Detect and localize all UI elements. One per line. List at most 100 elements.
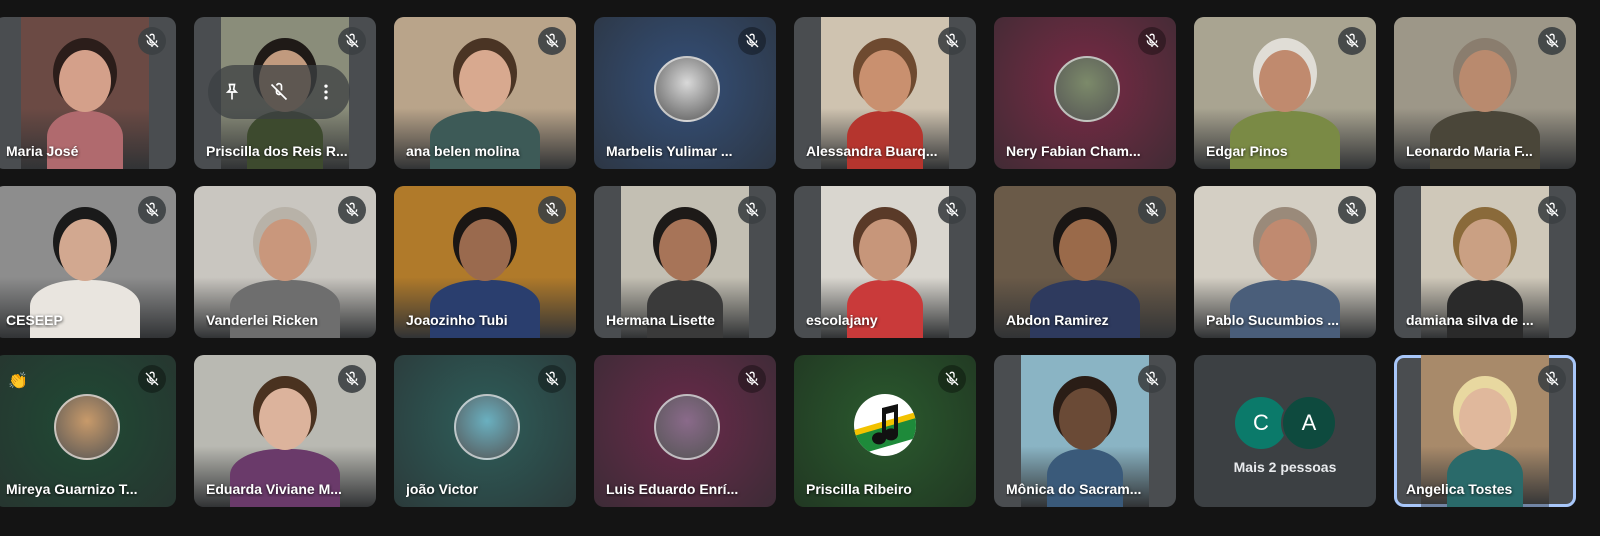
- more-avatars: CA: [1194, 395, 1376, 451]
- participant-grid: Maria José Priscilla dos Reis R... ana bel…: [0, 17, 1576, 507]
- participant-name: joão Victor: [406, 481, 479, 497]
- participant-tile[interactable]: Leonardo Maria F...: [1394, 17, 1576, 169]
- person-face: [1059, 219, 1111, 282]
- person-silhouette: [230, 449, 340, 507]
- avatar: [1054, 55, 1120, 122]
- person-silhouette: [646, 280, 724, 338]
- person-face: [1459, 219, 1511, 282]
- initial-avatar: A: [1281, 395, 1337, 451]
- participant-name: Eduarda Viviane M...: [206, 481, 342, 497]
- person-silhouette: [430, 111, 540, 169]
- person-silhouette: [846, 111, 924, 169]
- participant-name: Maria José: [6, 143, 79, 159]
- person-face: [859, 50, 911, 113]
- person-silhouette: [46, 111, 124, 169]
- mic-off-icon: [338, 365, 366, 393]
- participant-tile[interactable]: Priscilla Ribeiro: [794, 355, 976, 507]
- mic-off-icon: [738, 27, 766, 55]
- avatar: [654, 55, 720, 122]
- person-silhouette: [846, 280, 924, 338]
- participant-tile[interactable]: Edgar Pinos: [1194, 17, 1376, 169]
- person-silhouette: [430, 280, 540, 338]
- participant-tile[interactable]: Maria José: [0, 17, 176, 169]
- person-silhouette: [1430, 111, 1540, 169]
- participant-tile[interactable]: ana belen molina: [394, 17, 576, 169]
- person-face: [1459, 388, 1511, 451]
- person-silhouette: [1446, 449, 1524, 507]
- person-face: [259, 219, 311, 282]
- participant-name: Mônica do Sacram...: [1006, 481, 1142, 497]
- participant-name: Nery Fabian Cham...: [1006, 143, 1141, 159]
- mic-off-icon: [338, 27, 366, 55]
- tile-hover-controls: [208, 65, 350, 119]
- participant-tile[interactable]: Luis Eduardo Enrí...: [594, 355, 776, 507]
- mic-off-icon: [938, 27, 966, 55]
- person-silhouette: [246, 111, 324, 169]
- participant-tile[interactable]: Marbelis Yulimar ...: [594, 17, 776, 169]
- mic-off-icon: [138, 27, 166, 55]
- mic-off-icon: [938, 196, 966, 224]
- participant-name: Priscilla dos Reis R...: [206, 143, 348, 159]
- avatar: [654, 393, 720, 460]
- participant-name: damiana silva de ...: [1406, 312, 1534, 328]
- participant-tile[interactable]: Vanderlei Ricken: [194, 186, 376, 338]
- mic-off-icon: [1138, 27, 1166, 55]
- participant-name: Edgar Pinos: [1206, 143, 1288, 159]
- participant-tile[interactable]: Angelica Tostes: [1394, 355, 1576, 507]
- mic-off-icon: [1338, 196, 1366, 224]
- more-participants-tile[interactable]: C A Mais 2 pessoas: [1194, 355, 1376, 507]
- participant-tile[interactable]: Priscilla dos Reis R...: [194, 17, 376, 169]
- participant-tile[interactable]: Alessandra Buarq...: [794, 17, 976, 169]
- participant-name: Marbelis Yulimar ...: [606, 143, 733, 159]
- mic-off-icon: [338, 196, 366, 224]
- participant-tile[interactable]: joão Victor: [394, 355, 576, 507]
- mic-off-icon: [738, 196, 766, 224]
- participant-name: Joaozinho Tubi: [406, 312, 508, 328]
- mic-off-icon: [1338, 27, 1366, 55]
- participant-tile[interactable]: Eduarda Viviane M...: [194, 355, 376, 507]
- participant-tile[interactable]: Hermana Lisette: [594, 186, 776, 338]
- mic-off-icon: [538, 196, 566, 224]
- participant-tile[interactable]: Pablo Sucumbios ...: [1194, 186, 1376, 338]
- participant-tile[interactable]: 👏 Mireya Guarnizo T...: [0, 355, 176, 507]
- person-face: [459, 219, 511, 282]
- participant-name: Vanderlei Ricken: [206, 312, 319, 328]
- participant-name: Abdon Ramirez: [1006, 312, 1109, 328]
- person-face: [1259, 50, 1311, 113]
- mic-off-icon: [1138, 196, 1166, 224]
- person-silhouette: [1230, 280, 1340, 338]
- participant-name: Angelica Tostes: [1406, 481, 1513, 497]
- person-silhouette: [30, 280, 140, 338]
- mic-off-icon: [1538, 27, 1566, 55]
- participant-name: Leonardo Maria F...: [1406, 143, 1533, 159]
- participant-tile[interactable]: Joaozinho Tubi: [394, 186, 576, 338]
- avatar: [454, 393, 520, 460]
- pin-icon[interactable]: [217, 77, 247, 107]
- mic-off-icon: [538, 365, 566, 393]
- more-vert-icon[interactable]: [311, 77, 341, 107]
- mic-off-icon: [1538, 365, 1566, 393]
- participant-tile[interactable]: Mônica do Sacram...: [994, 355, 1176, 507]
- mute-icon[interactable]: [264, 77, 294, 107]
- mic-off-icon: [538, 27, 566, 55]
- participant-name: CESEEP: [6, 312, 63, 328]
- participant-tile[interactable]: CESEEP: [0, 186, 176, 338]
- person-silhouette: [1230, 111, 1340, 169]
- person-silhouette: [1446, 280, 1524, 338]
- participant-name: Pablo Sucumbios ...: [1206, 312, 1340, 328]
- participant-tile[interactable]: damiana silva de ...: [1394, 186, 1576, 338]
- participant-tile[interactable]: escolajany: [794, 186, 976, 338]
- person-silhouette: [1046, 449, 1124, 507]
- mic-off-icon: [138, 196, 166, 224]
- participant-name: ana belen molina: [406, 143, 520, 159]
- person-face: [1059, 388, 1111, 451]
- person-face: [459, 50, 511, 113]
- participant-tile[interactable]: Nery Fabian Cham...: [994, 17, 1176, 169]
- person-silhouette: [1030, 280, 1140, 338]
- participant-name: Alessandra Buarq...: [806, 143, 938, 159]
- person-face: [1259, 219, 1311, 282]
- participant-tile[interactable]: Abdon Ramirez: [994, 186, 1176, 338]
- person-face: [59, 219, 111, 282]
- person-silhouette: [230, 280, 340, 338]
- music-note-avatar: [854, 393, 916, 456]
